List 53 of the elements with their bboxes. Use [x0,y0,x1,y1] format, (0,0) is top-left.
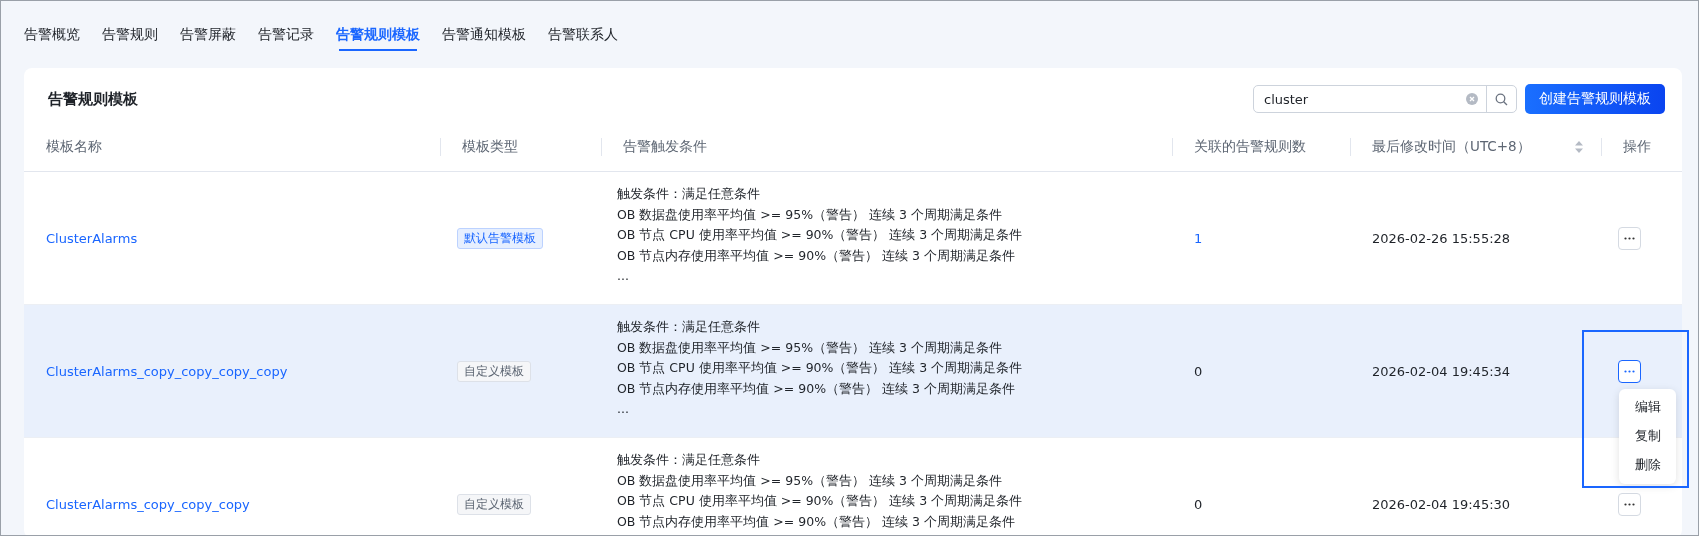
tab[interactable]: 告警记录 [247,1,325,51]
search-bar[interactable]: cluster [1253,85,1517,113]
condition-line: OB 节点 CPU 使用率平均值 >= 90%（警告） 连续 3 个周期满足条件 [617,226,1024,244]
tab[interactable]: 告警联系人 [537,1,629,51]
condition-line: 触发条件：满足任意条件 [617,185,761,203]
modified-time: 2026-02-04 19:45:34 [1372,363,1511,379]
sort-icon[interactable] [1575,141,1583,153]
column-header: 最后修改时间（UTC+8） [1372,138,1531,154]
more-icon [1624,369,1635,373]
rule-count-link[interactable]: 1 [1194,230,1203,246]
condition-line: 触发条件：满足任意条件 [617,318,761,336]
template-name-link[interactable]: ClusterAlarms_copy_copy_copy_copy [46,363,288,379]
rule-count: 0 [1194,363,1203,379]
column-header: 模板名称 [46,138,102,154]
search-field[interactable]: cluster [1254,91,1466,107]
condition-line: 触发条件：满足任意条件 [617,451,761,469]
column-header: 告警触发条件 [623,138,707,154]
clear-icon[interactable] [1466,93,1478,105]
tab[interactable]: 告警规则 [91,1,169,51]
menu-item[interactable]: 编辑 [1619,392,1676,422]
column-header: 模板类型 [462,138,518,154]
more-icon [1624,502,1635,506]
tab[interactable]: 告警规则模板 [325,1,431,51]
create-template-button[interactable]: 创建告警规则模板 [1525,84,1665,114]
column-header: 关联的告警规则数 [1194,138,1306,154]
template-type-tag: 自定义模板 [457,360,531,382]
modified-time: 2026-02-04 19:45:30 [1372,496,1511,512]
condition-line: ... [617,400,630,418]
template-type-tag: 默认告警模板 [457,227,543,249]
condition-line: OB 节点 CPU 使用率平均值 >= 90%（警告） 连续 3 个周期满足条件 [617,492,1024,510]
tab[interactable]: 告警通知模板 [431,1,537,51]
search-icon [1495,92,1508,106]
column-header: 操作 [1623,138,1651,154]
more-icon [1624,236,1635,240]
condition-line: OB 节点内存使用率平均值 >= 90%（警告） 连续 3 个周期满足条件 [617,379,1016,398]
condition-line: OB 节点 CPU 使用率平均值 >= 90%（警告） 连续 3 个周期满足条件 [617,359,1024,377]
card-title: 告警规则模板 [48,89,139,109]
rule-count: 0 [1194,496,1203,512]
tab[interactable]: 告警概览 [13,1,91,51]
menu-item[interactable]: 复制 [1619,421,1676,451]
condition-line: OB 节点内存使用率平均值 >= 90%（警告） 连续 3 个周期满足条件 [617,246,1016,265]
tab[interactable]: 告警屏蔽 [169,1,247,51]
template-name-link[interactable]: ClusterAlarms [46,230,138,246]
condition-line: OB 数据盘使用率平均值 >= 95%（警告） 连续 3 个周期满足条件 [617,205,1003,224]
condition-line: OB 数据盘使用率平均值 >= 95%（警告） 连续 3 个周期满足条件 [617,338,1003,357]
condition-line: OB 数据盘使用率平均值 >= 95%（警告） 连续 3 个周期满足条件 [617,471,1003,490]
menu-item[interactable]: 删除 [1619,450,1676,480]
more-button[interactable] [1618,359,1641,383]
modified-time: 2026-02-26 15:55:28 [1372,230,1511,246]
template-type-tag: 自定义模板 [457,493,531,515]
condition-line: OB 节点内存使用率平均值 >= 90%（警告） 连续 3 个周期满足条件 [617,512,1016,531]
template-name-link[interactable]: ClusterAlarms_copy_copy_copy [46,496,250,512]
condition-line: ... [617,267,630,285]
